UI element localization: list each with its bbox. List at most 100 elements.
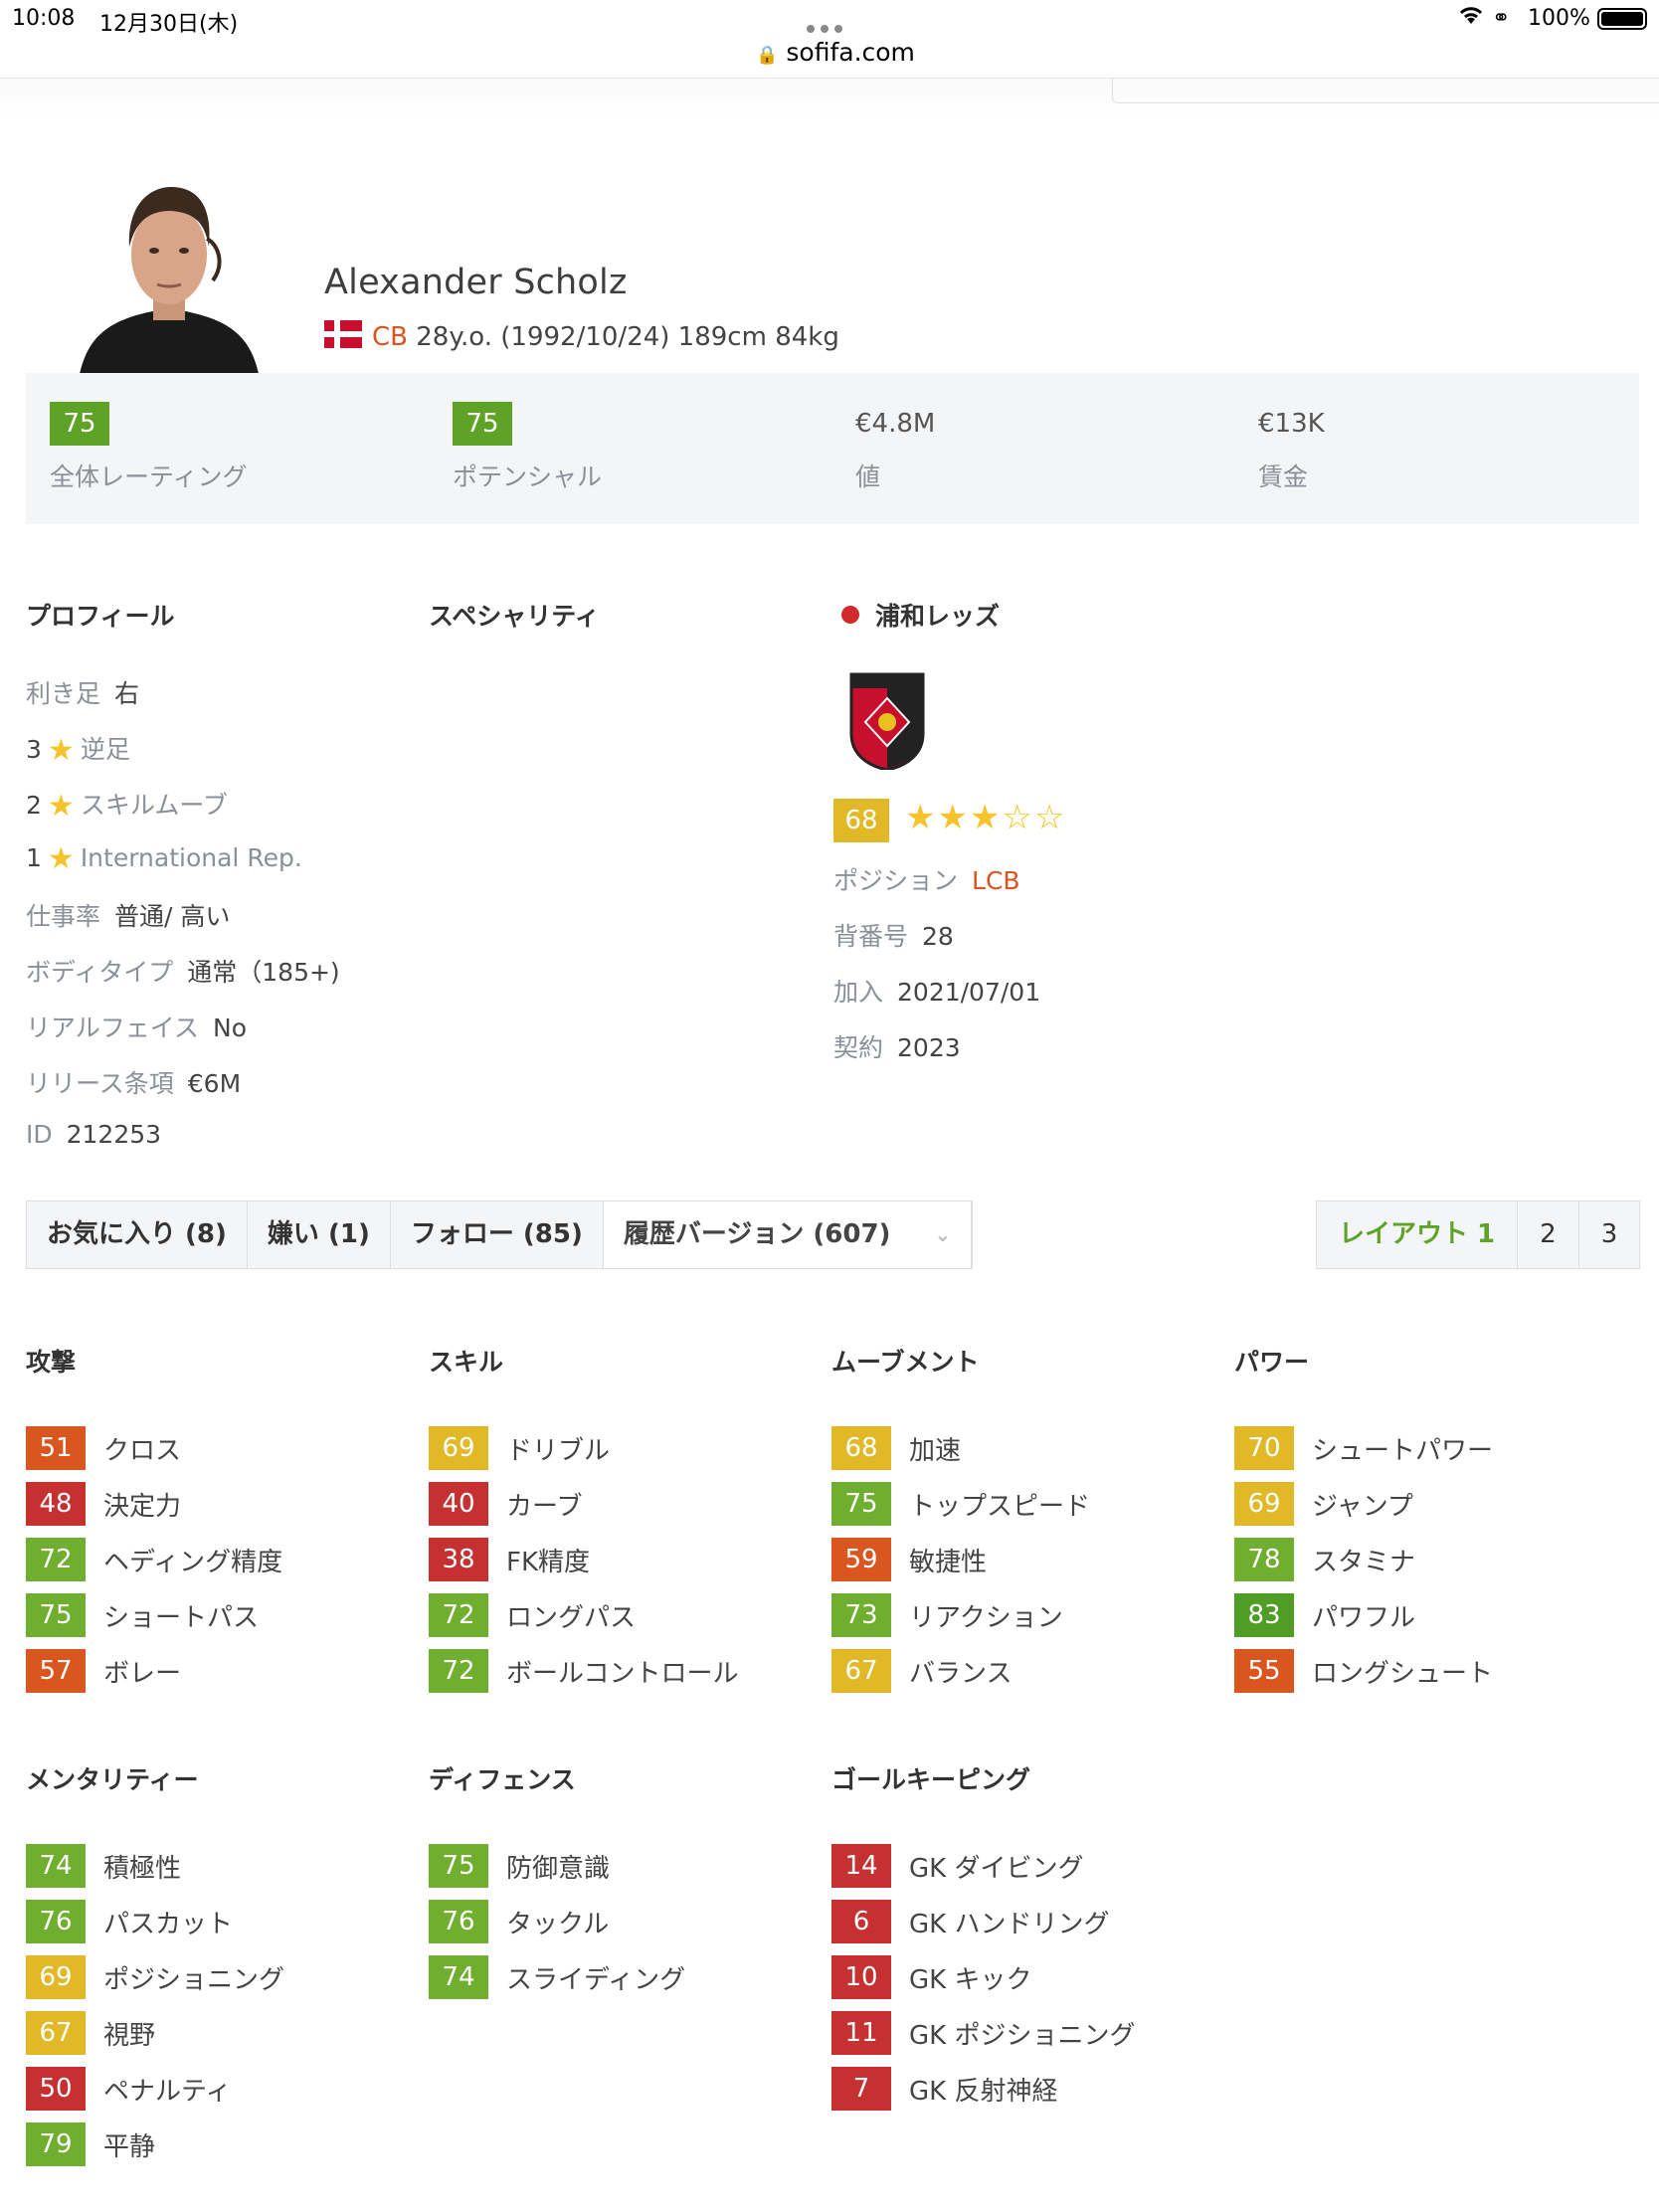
attribute-name: 加速 [909, 1435, 962, 1466]
player-wage: €13K 賃金 [1258, 402, 1325, 493]
attribute-name: 積極性 [103, 1853, 182, 1884]
attribute-row: 48 決定力 [26, 1476, 404, 1532]
attribute-name: パスカット [103, 1909, 234, 1939]
attribute-row: 74 スライディング [429, 1949, 807, 2005]
attribute-list: 14 GK ダイビング 6 GK ハンドリング 10 GK キック 11 GK ポジショニング… [831, 1838, 1209, 2117]
player-position[interactable]: CB [372, 322, 408, 352]
real-face: リアルフェイス No [26, 1014, 248, 1042]
attribute-row: 51 クロス [26, 1420, 404, 1476]
attribute-row: 78 スタミナ [1234, 1532, 1612, 1587]
more-dots-icon[interactable] [804, 18, 845, 37]
attribute-value-badge: 40 [429, 1482, 488, 1526]
attribute-row: 50 ペナルティ [26, 2061, 404, 2117]
layout-tab-2[interactable]: 2 [1518, 1201, 1579, 1268]
attribute-row: 67 バランス [831, 1643, 1209, 1699]
attribute-row: 72 ボールコントロール [429, 1643, 807, 1699]
attribute-value-badge: 68 [831, 1426, 891, 1470]
player-photo [80, 169, 259, 374]
attribute-row: 57 ボレー [26, 1643, 404, 1699]
overall-rating: 75 全体レーティング [50, 402, 248, 493]
attribute-row: 75 防御意識 [429, 1838, 807, 1894]
attribute-value-badge: 69 [1234, 1482, 1294, 1526]
attribute-value-badge: 72 [429, 1593, 488, 1637]
attribute-row: 10 GK キック [831, 1949, 1209, 2005]
attribute-value-badge: 59 [831, 1538, 891, 1581]
attribute-value-badge: 51 [26, 1426, 86, 1470]
action-bar: お気に入り (8) 嫌い (1) フォロー (85) 履歴バージョン (607)… [26, 1200, 974, 1269]
attribute-value-badge: 75 [831, 1482, 891, 1526]
attribute-group-heading: ゴールキーピング [831, 1765, 1031, 1794]
follow-button[interactable]: フォロー (85) [391, 1201, 604, 1268]
club-position: ポジション LCB [833, 866, 1020, 895]
attribute-row: 83 パワフル [1234, 1587, 1612, 1643]
attribute-value-badge: 72 [429, 1649, 488, 1693]
attribute-name: 平静 [103, 2131, 156, 2162]
attribute-name: FK精度 [506, 1547, 591, 1577]
attribute-group: 攻撃 51 クロス 48 決定力 72 ヘディング精度 75 ショートパス 57 ボレー [26, 1343, 404, 1699]
denmark-flag-icon [324, 320, 362, 348]
history-versions-select[interactable]: 履歴バージョン (607) ⌄ [603, 1201, 973, 1268]
player-id: ID 212253 [26, 1120, 162, 1149]
attribute-name: ロングシュート [1312, 1658, 1494, 1689]
attribute-value-badge: 69 [26, 1955, 86, 1999]
player-value: €4.8M 値 [855, 402, 935, 493]
url-text: sofifa.com [786, 38, 915, 67]
attribute-row: 75 ショートパス [26, 1587, 404, 1643]
search-input[interactable] [1112, 78, 1659, 103]
attribute-row: 76 パスカット [26, 1894, 404, 1949]
attribute-row: 67 視野 [26, 2005, 404, 2061]
overall-label: 全体レーティング [50, 462, 248, 491]
attribute-list: 74 積極性 76 パスカット 69 ポジショニング 67 視野 50 ペナルティ 79 平静 [26, 1838, 404, 2172]
attribute-group: パワー 70 シュートパワー 69 ジャンプ 78 スタミナ 83 パワフル 55 ロングシュート [1234, 1343, 1612, 1699]
dislike-button[interactable]: 嫌い (1) [248, 1201, 391, 1268]
attribute-row: 11 GK ポジショニング [831, 2005, 1209, 2061]
potential-rating: 75 ポテンシャル [453, 402, 602, 493]
attribute-row: 74 積極性 [26, 1838, 404, 1894]
body-type: ボディタイプ 通常（185+) [26, 958, 340, 987]
summary-strip: 75 全体レーティング 75 ポテンシャル €4.8M 値 €13K 賃金 [26, 373, 1639, 524]
attribute-row: 69 ポジショニング [26, 1949, 404, 2005]
attribute-name: トップスピード [909, 1491, 1091, 1522]
attribute-name: ドリブル [506, 1435, 611, 1466]
status-date: 12月30日(木) [99, 12, 239, 37]
attribute-value-badge: 78 [1234, 1538, 1294, 1581]
joined-date: 加入 2021/07/01 [833, 978, 1041, 1007]
attribute-value-badge: 83 [1234, 1593, 1294, 1637]
layout-tab-3[interactable]: 3 [1579, 1201, 1640, 1268]
attribute-name: パワフル [1312, 1602, 1416, 1633]
attribute-name: ジャンプ [1312, 1491, 1413, 1522]
attribute-name: タックル [506, 1909, 610, 1939]
potential-label: ポテンシャル [453, 462, 603, 491]
like-button[interactable]: お気に入り (8) [27, 1201, 248, 1268]
attribute-row: 68 加速 [831, 1420, 1209, 1476]
address-bar[interactable]: 🔒 sofifa.com [756, 38, 915, 67]
attribute-name: ヘディング精度 [103, 1547, 283, 1577]
attribute-value-badge: 48 [26, 1482, 86, 1526]
attribute-name: ポジショニング [103, 1964, 285, 1995]
team-stars-icon: ★★★☆☆ [905, 798, 1067, 837]
attribute-row: 14 GK ダイビング [831, 1838, 1209, 1894]
attribute-value-badge: 50 [26, 2067, 86, 2111]
club-rating-badge: 68 [833, 799, 889, 842]
attribute-value-badge: 7 [831, 2067, 891, 2111]
attribute-value-badge: 74 [26, 1844, 86, 1888]
attribute-value-badge: 69 [429, 1426, 488, 1470]
club-heading[interactable]: 浦和レッズ [841, 597, 1000, 633]
attribute-group-heading: 攻撃 [26, 1348, 77, 1377]
profile-heading: プロフィール [26, 602, 175, 631]
layout-tab-1[interactable]: レイアウト 1 [1317, 1201, 1519, 1268]
attribute-row: 75 トップスピード [831, 1476, 1209, 1532]
club-crest[interactable] [847, 664, 927, 772]
release-clause: リリース条項 €6M [26, 1069, 242, 1098]
attribute-list: 51 クロス 48 決定力 72 ヘディング精度 75 ショートパス 57 ボレー [26, 1420, 404, 1699]
attribute-row: 72 ヘディング精度 [26, 1532, 404, 1587]
weak-foot: 3 ★ 逆足 [26, 733, 130, 768]
attribute-value-badge: 76 [26, 1900, 86, 1943]
player-bio: 28y.o. (1992/10/24) 189cm 84kg [416, 322, 839, 352]
international-reputation: 1 ★ International Rep. [26, 841, 302, 876]
star-icon: ★ [47, 841, 75, 876]
attribute-value-badge: 75 [26, 1593, 86, 1637]
attribute-name: GK キック [909, 1964, 1032, 1995]
attribute-row: 69 ジャンプ [1234, 1476, 1612, 1532]
attribute-group-heading: スキル [429, 1348, 504, 1377]
